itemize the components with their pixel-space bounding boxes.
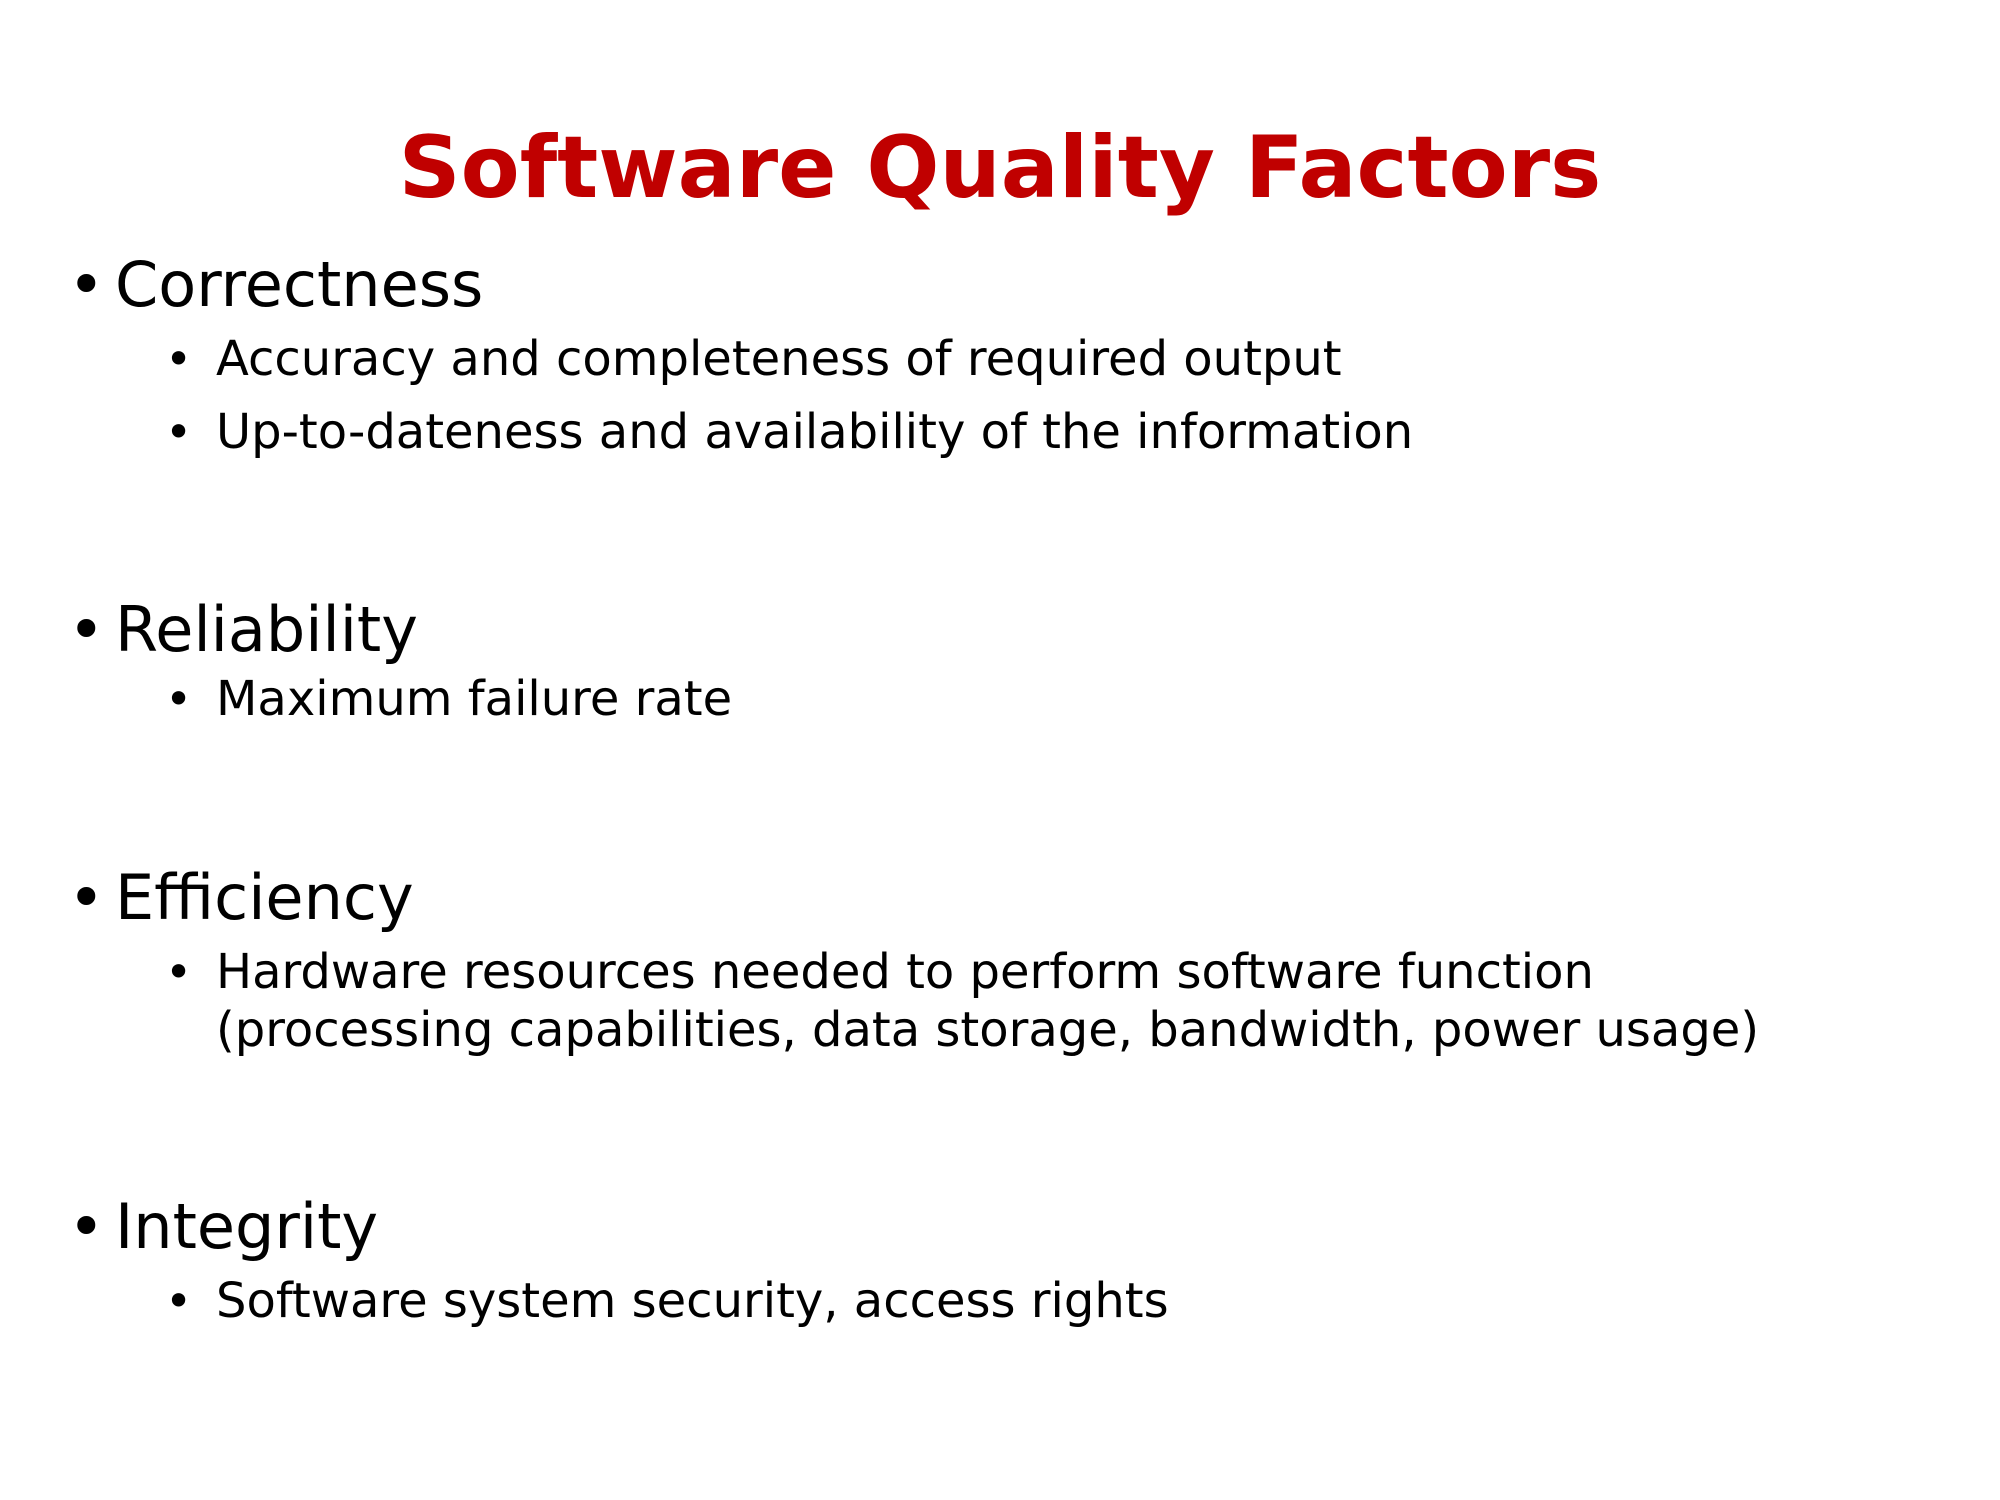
bullet-subitem: Hardware resources needed to perform sof… bbox=[216, 944, 1760, 1058]
bullet-level2: • Software system security, access right… bbox=[0, 1272, 2000, 1330]
bullet-icon: • bbox=[165, 332, 193, 386]
bullet-icon: • bbox=[68, 1190, 105, 1263]
bullet-subitem: Accuracy and completeness of required ou… bbox=[216, 331, 1342, 387]
bullet-heading: Correctness bbox=[115, 248, 484, 321]
bullet-icon: • bbox=[68, 248, 105, 321]
bullet-heading: Reliability bbox=[115, 593, 418, 666]
bullet-level2: • Hardware resources needed to perform s… bbox=[0, 943, 2000, 1059]
bullet-heading: Efficiency bbox=[115, 861, 414, 934]
bullet-level1: • Reliability bbox=[0, 590, 2000, 670]
slide: Software Quality Factors • Correctness •… bbox=[0, 0, 2000, 1500]
bullet-level2: • Up-to-dateness and availability of the… bbox=[0, 403, 2000, 461]
list-item-reliability: • Reliability • Maximum failure rate bbox=[0, 590, 2000, 728]
bullet-level1: • Efficiency bbox=[0, 858, 2000, 938]
list-item-integrity: • Integrity • Software system security, … bbox=[0, 1187, 2000, 1330]
bullet-icon: • bbox=[68, 593, 105, 666]
bullet-icon: • bbox=[165, 672, 193, 726]
slide-title: Software Quality Factors bbox=[398, 118, 1602, 218]
bullet-heading: Integrity bbox=[115, 1190, 379, 1263]
bullet-level2: • Maximum failure rate bbox=[0, 670, 2000, 728]
bullet-level1: • Integrity bbox=[0, 1187, 2000, 1267]
list-item-correctness: • Correctness • Accuracy and completenes… bbox=[0, 245, 2000, 461]
bullet-level2: • Accuracy and completeness of required … bbox=[0, 330, 2000, 388]
bullet-icon: • bbox=[165, 405, 193, 459]
bullet-subitem: Software system security, access rights bbox=[216, 1273, 1169, 1329]
bullet-subitem: Up-to-dateness and availability of the i… bbox=[216, 404, 1414, 460]
bullet-subitem: Maximum failure rate bbox=[216, 671, 733, 727]
list-item-efficiency: • Efficiency • Hardware resources needed… bbox=[0, 858, 2000, 1059]
bullet-level1: • Correctness bbox=[0, 245, 2000, 325]
bullet-icon: • bbox=[165, 1274, 193, 1328]
bullet-icon: • bbox=[68, 861, 105, 934]
bullet-icon: • bbox=[165, 945, 193, 999]
